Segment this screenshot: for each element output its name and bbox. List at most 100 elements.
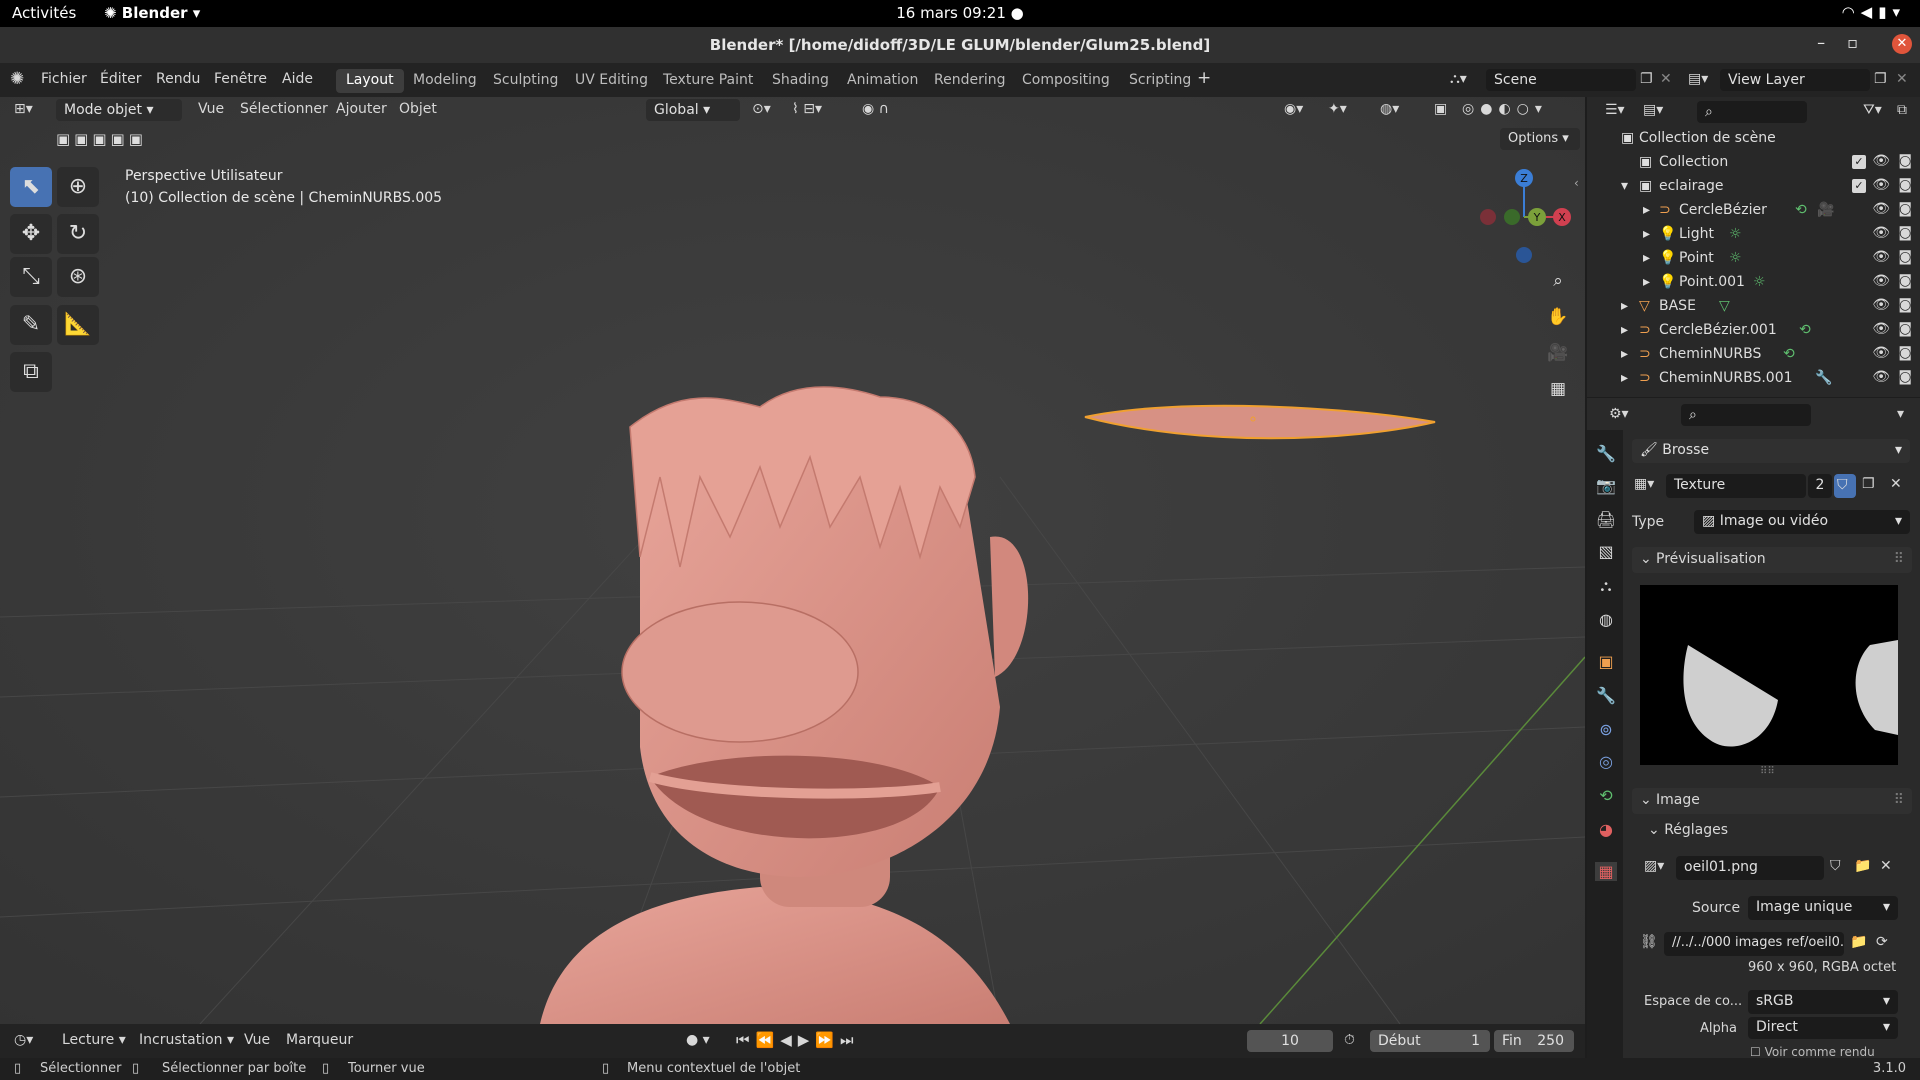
properties-editor-icon[interactable]: ⚙▾ [1609,406,1629,422]
eye-icon[interactable]: 👁 [1872,345,1890,361]
overlays-icon[interactable]: ◍▾ [1380,101,1399,117]
render-camera-icon[interactable]: ◙ [1898,369,1912,385]
workspace-tab-scripting[interactable]: Scripting [1119,69,1201,93]
eye-icon[interactable]: 👁 [1872,297,1890,313]
annotate-tool[interactable]: ✎ [10,305,52,345]
timeline-view-menu[interactable]: Vue [244,1032,270,1048]
view-layer-tab-icon[interactable]: ▧ [1595,542,1617,561]
transform-orientation-dropdown[interactable]: Global ▾ [646,99,740,121]
snap-icon[interactable]: ⌇ ⊟▾ [792,101,822,117]
proportional-edit-icon[interactable]: ◉ ∩ [862,101,889,117]
outliner-row-point-001[interactable]: ▸ 💡 Point.001 ☼ 👁 ◙ [1587,271,1920,295]
solid-shading-icon[interactable]: ● [1480,101,1498,117]
navigation-gizmo[interactable]: Z X Y [1470,165,1580,275]
remove-view-layer-icon[interactable]: ✕ [1896,71,1908,87]
render-camera-icon[interactable]: ◙ [1898,273,1912,289]
workspace-tab-animation[interactable]: Animation [837,69,928,93]
workspace-tab-layout[interactable]: Layout [336,69,404,93]
view-as-render-checkbox[interactable]: ☐ Voir comme rendu [1750,1044,1910,1057]
physics-tab-icon[interactable]: ◎ [1595,752,1617,771]
shading-modes[interactable]: ◎●◐○▾ [1462,101,1548,117]
world-tab-icon[interactable]: ◍ [1595,610,1617,629]
image-filepath-field[interactable]: //../../000 images ref/oeil0... [1664,932,1844,956]
clock[interactable]: 16 mars 09:21 ● [0,4,1920,22]
fake-user-shield-icon[interactable]: ⛉ [1834,474,1856,498]
prev-keyframe-icon[interactable]: ⏪ [756,1031,781,1049]
3d-viewport[interactable] [0,97,1585,1024]
material-shading-icon[interactable]: ◐ [1498,101,1516,117]
outliner-search-input[interactable]: ⌕ [1697,101,1807,123]
expand-arrow-icon[interactable]: ▸ [1643,274,1650,290]
outliner-row-light[interactable]: ▸ 💡 Light ☼ 👁 ◙ [1587,223,1920,247]
workspace-tab-rendering[interactable]: Rendering [924,69,1016,93]
outliner-editor-icon[interactable]: ☰▾ [1605,102,1625,118]
expand-arrow-icon[interactable]: ▸ [1643,226,1650,242]
render-camera-icon[interactable]: ◙ [1898,321,1912,337]
gizmo-neg-x[interactable] [1480,209,1496,225]
unlink-texture-icon[interactable]: ✕ [1890,476,1902,492]
stopwatch-icon[interactable]: ⏱ [1344,1032,1355,1048]
eye-icon[interactable]: 👁 [1872,225,1890,241]
render-camera-icon[interactable]: ◙ [1898,153,1912,169]
zoom-icon[interactable]: ⌕ [1543,266,1573,296]
maximize-button[interactable]: ▫ [1847,33,1880,52]
output-tab-icon[interactable]: 🖨 [1595,510,1617,529]
wireframe-shading-icon[interactable]: ◎ [1462,101,1480,117]
colorspace-dropdown[interactable]: sRGB ▾ [1748,990,1898,1014]
filter-icon[interactable]: ⛛▾ [1863,102,1882,118]
exclude-checkbox[interactable]: ✓ [1852,179,1866,193]
add-workspace-icon[interactable]: + [1197,68,1211,88]
eye-icon[interactable]: 👁 [1872,177,1890,193]
start-frame-field[interactable]: Début 1 [1370,1030,1490,1052]
next-keyframe-icon[interactable]: ⏩ [815,1031,840,1049]
open-image-folder-icon[interactable]: 📁 [1854,858,1871,874]
close-button[interactable]: ✕ [1892,34,1912,54]
new-collection-icon[interactable]: ⧉ [1897,102,1907,118]
reload-image-icon[interactable]: ⟳ [1876,934,1888,950]
current-frame-field[interactable]: 10 [1247,1030,1333,1052]
unlink-image-icon[interactable]: ✕ [1880,858,1892,874]
view-layer-icon[interactable]: ▤▾ [1688,71,1708,87]
ortho-grid-icon[interactable]: ▦ [1543,374,1573,404]
viewport-menu-view[interactable]: Vue [198,101,224,117]
render-camera-icon[interactable]: ◙ [1898,201,1912,217]
eye-icon[interactable]: 👁 [1872,153,1890,169]
workspace-tab-shading[interactable]: Shading [762,69,839,93]
rendered-shading-icon[interactable]: ○ [1517,101,1535,117]
outliner-row-cerclebezier-001[interactable]: ▸ ⊃ CercleBézier.001 ⟲ 👁 ◙ [1587,319,1920,343]
outliner-row-cheminnurbs[interactable]: ▸ ⊃ CheminNURBS ⟲ 👁 ◙ [1587,343,1920,367]
eye-icon[interactable]: 👁 [1872,201,1890,217]
eye-icon[interactable]: 👁 [1872,369,1890,385]
drag-handle-icon[interactable]: ⠿ [1894,792,1904,808]
cursor-tool[interactable]: ⊕ [57,167,99,207]
editor-type-icon[interactable]: ⊞▾ [14,101,33,117]
outliner-row-cerclebezier[interactable]: ▸ ⊃ CercleBézier ⟲ 🎥 👁 ◙ [1587,199,1920,223]
texture-tab-icon[interactable]: ▦ [1595,862,1617,881]
minimize-button[interactable]: – [1817,33,1847,52]
view-layer-field[interactable]: View Layer [1720,69,1870,91]
preview-panel-header[interactable]: ⌄ Prévisualisation ⠿ [1632,547,1912,573]
rotate-tool[interactable]: ↻ [57,214,99,254]
gizmo-neg-z[interactable] [1516,247,1532,263]
selection-mode-icons[interactable]: ▣▣▣▣▣ [56,130,147,148]
menu-render[interactable]: Rendu [156,71,200,87]
image-fake-user-icon[interactable]: ⛉ [1830,858,1841,874]
mode-dropdown[interactable]: Mode objet ▾ [56,99,182,121]
workspace-tab-compositing[interactable]: Compositing [1012,69,1120,93]
properties-options-icon[interactable]: ▾ [1897,406,1904,422]
pack-image-icon[interactable]: ⛓ [1640,934,1658,950]
scene-tab-icon[interactable]: ⛬ [1595,576,1617,596]
viewport-menu-object[interactable]: Objet [399,101,437,117]
expand-arrow-icon[interactable]: ▸ [1643,202,1650,218]
menu-edit[interactable]: Éditer [100,71,141,87]
particles-tab-icon[interactable]: ⊚ [1595,720,1617,739]
expand-arrow-icon[interactable]: ▸ [1621,322,1628,338]
select-box-tool[interactable]: ⬉ [10,167,52,207]
pivot-icon[interactable]: ⊙▾ [752,101,771,117]
visibility-icon[interactable]: ◉▾ [1284,101,1303,117]
source-dropdown[interactable]: Image unique ▾ [1748,896,1898,920]
render-camera-icon[interactable]: ◙ [1898,297,1912,313]
render-camera-icon[interactable]: ◙ [1898,345,1912,361]
blender-logo-icon[interactable]: ✺ [10,69,24,89]
object-tab-icon[interactable]: ▣ [1595,652,1617,671]
